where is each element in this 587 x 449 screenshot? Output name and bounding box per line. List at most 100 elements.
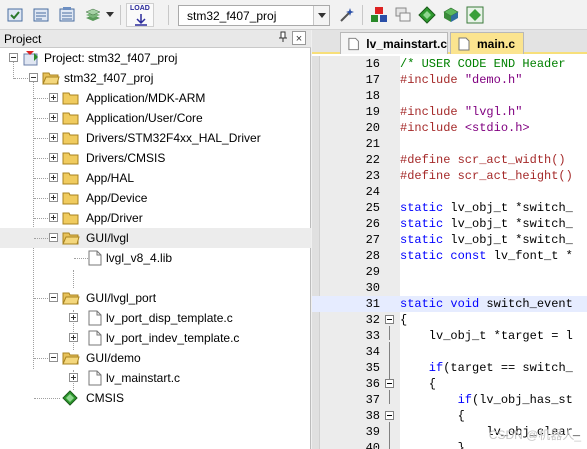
expand-toggle[interactable]: [69, 333, 78, 342]
translate-icon[interactable]: [4, 4, 26, 26]
tree-item-file[interactable]: lv_port_disp_template.c: [0, 308, 311, 328]
expand-toggle[interactable]: [49, 173, 58, 182]
line-number: 36: [365, 377, 380, 391]
rebuild-icon[interactable]: [56, 4, 78, 26]
manage-components-icon[interactable]: [368, 4, 390, 26]
line-number: 22: [365, 153, 380, 167]
code-line[interactable]: 29: [312, 264, 587, 280]
file-icon: [348, 37, 359, 50]
expand-toggle[interactable]: [49, 213, 58, 222]
window-layout-icon[interactable]: [392, 4, 414, 26]
tree-item-group[interactable]: GUI/demo: [0, 348, 311, 368]
fold-toggle[interactable]: [385, 411, 394, 420]
tree-item-project-root[interactable]: Project: stm32_f407_proj: [0, 48, 311, 68]
code-line-current[interactable]: 31 static void switch_event: [312, 296, 587, 312]
tree-item-group[interactable]: Application/User/Core: [0, 108, 311, 128]
tree-item-group[interactable]: GUI/lvgl_port: [0, 288, 311, 308]
wand-icon[interactable]: [336, 4, 358, 26]
code-line[interactable]: 38 {: [312, 408, 587, 424]
tree-item-group[interactable]: App/Driver: [0, 208, 311, 228]
collapse-toggle[interactable]: [49, 293, 58, 302]
code-token: (target == switch_: [443, 361, 573, 375]
code-line[interactable]: 25 static lv_obj_t *switch_: [312, 200, 587, 216]
tree-guide: [34, 198, 48, 199]
code-line[interactable]: 28 static const lv_font_t *: [312, 248, 587, 264]
tree-guide: [14, 78, 28, 79]
folder-icon: [62, 112, 79, 125]
load-button[interactable]: LOAD: [126, 3, 154, 27]
code-line[interactable]: 17 #include "demo.h": [312, 72, 587, 88]
code-editor: lv_mainstart.c main.c 16 /* USER CODE EN…: [312, 30, 587, 449]
pack-installer-icon[interactable]: [440, 4, 462, 26]
toolbar-separator: [362, 5, 363, 25]
tree-item-target[interactable]: stm32_f407_proj: [0, 68, 311, 88]
toolbar-separator: [168, 5, 169, 25]
expand-toggle[interactable]: [49, 193, 58, 202]
collapse-toggle[interactable]: [9, 53, 18, 62]
tree-item-group[interactable]: Drivers/CMSIS: [0, 148, 311, 168]
collapse-toggle[interactable]: [49, 353, 58, 362]
tree-item-cmsis[interactable]: CMSIS: [0, 388, 311, 408]
expand-toggle[interactable]: [49, 93, 58, 102]
chevron-down-icon[interactable]: [104, 4, 116, 26]
code-line[interactable]: 20 #include <stdio.h>: [312, 120, 587, 136]
tree-item-group[interactable]: Application/MDK-ARM: [0, 88, 311, 108]
code-line[interactable]: 23 #define scr_act_height(): [312, 168, 587, 184]
folder-open-icon: [62, 232, 80, 245]
tree-item-file[interactable]: lvgl_v8_4.lib: [0, 248, 311, 268]
code-line[interactable]: 36 {: [312, 376, 587, 392]
tree-item-file[interactable]: lv_mainstart.c: [0, 368, 311, 388]
tree-item-group[interactable]: Drivers/STM32F4xx_HAL_Driver: [0, 128, 311, 148]
code-line[interactable]: 24: [312, 184, 587, 200]
collapse-toggle[interactable]: [49, 233, 58, 242]
component-manager-icon[interactable]: [464, 4, 486, 26]
code-line[interactable]: 16 /* USER CODE END Header: [312, 56, 587, 72]
tree-item-file[interactable]: lv_port_indev_template.c: [0, 328, 311, 348]
line-number: 27: [365, 233, 380, 247]
code-token: switch_event: [479, 297, 573, 311]
pin-icon[interactable]: [276, 31, 290, 45]
code-line[interactable]: 34: [312, 344, 587, 360]
code-line[interactable]: 18: [312, 88, 587, 104]
code-line[interactable]: 37 if(lv_obj_has_st: [312, 392, 587, 408]
project-icon: [23, 51, 38, 66]
expand-toggle[interactable]: [69, 373, 78, 382]
collapse-toggle[interactable]: [29, 73, 38, 82]
code-line[interactable]: 26 static lv_obj_t *switch_: [312, 216, 587, 232]
tree-item-group-selected[interactable]: GUI/lvgl: [0, 228, 311, 248]
code-line[interactable]: 27 static lv_obj_t *switch_: [312, 232, 587, 248]
target-select[interactable]: stm32_f407_proj: [178, 5, 330, 26]
tree-guide: [34, 218, 48, 219]
line-number: 40: [365, 441, 380, 449]
code-line[interactable]: 22 #define scr_act_width(): [312, 152, 587, 168]
diamond-green-icon[interactable]: [416, 4, 438, 26]
expand-toggle[interactable]: [49, 153, 58, 162]
code-token: static const: [400, 249, 487, 263]
folder-icon: [62, 212, 79, 225]
build-icon[interactable]: [30, 4, 52, 26]
tab-main-c[interactable]: main.c: [450, 32, 524, 54]
line-number: 34: [365, 345, 380, 359]
code-line[interactable]: 35 if(target == switch_: [312, 360, 587, 376]
code-line[interactable]: 21: [312, 136, 587, 152]
close-icon[interactable]: ×: [292, 31, 306, 45]
chevron-down-icon[interactable]: [313, 6, 329, 25]
code-text: static lv_obj_t *switch_: [400, 217, 573, 231]
tree-item-group[interactable]: App/Device: [0, 188, 311, 208]
line-number: 26: [365, 217, 380, 231]
expand-toggle[interactable]: [49, 113, 58, 122]
fold-toggle[interactable]: [385, 379, 394, 388]
batch-build-icon[interactable]: [82, 4, 104, 26]
code-line[interactable]: 32 {: [312, 312, 587, 328]
tree-item-group[interactable]: App/HAL: [0, 168, 311, 188]
project-panel: Project × Project: stm32_f407_proj stm32…: [0, 30, 311, 449]
code-line[interactable]: 30: [312, 280, 587, 296]
tab-lv-mainstart[interactable]: lv_mainstart.c: [340, 32, 448, 54]
fold-toggle[interactable]: [385, 315, 394, 324]
folder-icon: [62, 152, 79, 165]
code-line[interactable]: 19 #include "lvgl.h": [312, 104, 587, 120]
expand-toggle[interactable]: [69, 313, 78, 322]
code-line[interactable]: 33 lv_obj_t *target = l: [312, 328, 587, 344]
expand-toggle[interactable]: [49, 133, 58, 142]
code-text: static lv_obj_t *switch_: [400, 233, 573, 247]
